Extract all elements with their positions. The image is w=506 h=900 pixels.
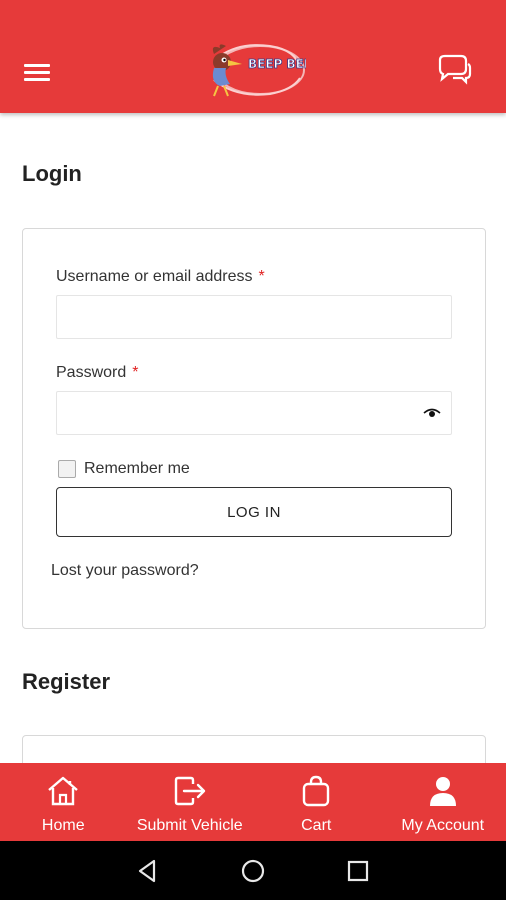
home-circle-icon[interactable] [239,857,267,885]
nav-my-account-label: My Account [401,817,485,834]
checkbox[interactable] [58,460,76,478]
home-icon [48,776,79,806]
user-icon [429,777,456,806]
required-mark: * [132,364,139,381]
system-navigation-bar [0,841,506,900]
login-heading: Login [22,161,82,186]
recents-square-icon[interactable] [344,857,372,885]
password-label: Password * [56,364,138,382]
lost-password-link[interactable]: Lost your password? [51,562,199,580]
remember-me-label: Remember me [84,460,190,477]
nav-cart[interactable]: Cart [253,763,380,841]
chat-bubbles-icon[interactable] [436,54,472,86]
hamburger-menu-icon[interactable] [24,60,56,86]
password-label-text: Password [56,364,127,381]
exit-arrow-icon [174,776,205,806]
register-form [22,735,486,763]
nav-submit-vehicle[interactable]: Submit Vehicle [127,763,254,841]
remember-me-checkbox[interactable]: Remember me [58,460,190,478]
logo-text: BEEP BEEP [248,57,306,71]
register-heading: Register [22,669,111,694]
logo: BEEP BEEP [212,44,306,97]
nav-home-label: Home [41,817,85,834]
nav-home[interactable]: Home [0,763,127,841]
nav-submit-vehicle-label: Submit Vehicle [136,817,243,834]
required-mark: * [258,268,265,285]
password-field[interactable] [56,391,452,435]
username-label-text: Username or email address [56,268,253,285]
nav-my-account[interactable]: My Account [380,763,506,841]
login-form: Username or email address * Password * Rem… [22,228,486,629]
back-icon[interactable] [134,857,162,885]
username-label: Username or email address * [56,268,265,286]
bottom-navigation: Home Submit Vehicle Cart My Account [0,763,506,841]
show-password-eye-icon[interactable] [423,407,441,419]
page-content: Login Username or email address * Passwor… [0,113,506,763]
app-header: BEEP BEEP [0,0,506,113]
username-input[interactable] [56,295,452,339]
nav-cart-label: Cart [301,817,332,834]
log-in-button[interactable]: LOG IN [56,487,452,537]
shopping-bag-icon [303,775,330,807]
